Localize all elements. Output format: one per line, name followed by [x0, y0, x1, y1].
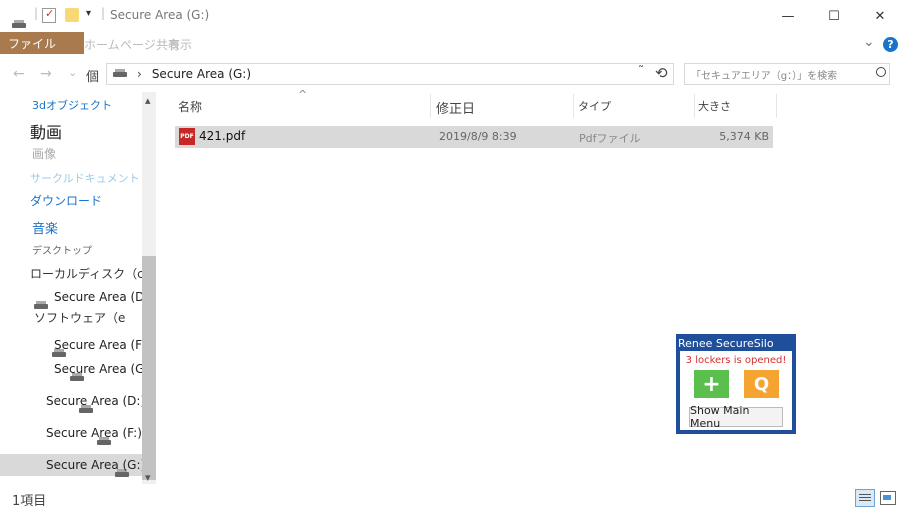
sidebar-item-secure-area-d[interactable]: Secure Area (D: [54, 290, 142, 304]
search-locker-button[interactable]: Q: [744, 370, 779, 398]
sidebar-item-software[interactable]: ソフトウェア（e: [34, 309, 125, 326]
tab-file[interactable]: ファイル: [0, 32, 84, 54]
large-icons-view-icon[interactable]: [880, 491, 896, 505]
sidebar-item-secure-area-g[interactable]: Secure Area (G: [54, 362, 142, 376]
column-divider[interactable]: [694, 94, 695, 118]
column-header-name[interactable]: 名称: [178, 98, 202, 115]
separator: |: [34, 6, 39, 20]
new-folder-icon[interactable]: [65, 8, 79, 22]
item-count: 1項目: [12, 494, 47, 509]
window-title: Secure Area (G:): [110, 8, 210, 22]
column-divider[interactable]: [776, 94, 777, 118]
column-header-type[interactable]: タイプ: [578, 98, 611, 114]
breadcrumb-separator: ›: [137, 67, 142, 81]
sidebar-item-secure-area-f[interactable]: Secure Area (F:: [54, 338, 142, 352]
sidebar-item-pictures[interactable]: 画像: [32, 145, 56, 162]
sidebar-scrollbar-thumb[interactable]: [142, 256, 156, 480]
column-header-size[interactable]: 大きさ: [698, 98, 731, 114]
search-icon[interactable]: [876, 67, 886, 77]
breadcrumb-current[interactable]: Secure Area (G:): [152, 67, 251, 81]
separator: |: [101, 6, 106, 20]
add-locker-button[interactable]: +: [694, 370, 729, 398]
sidebar-item-music[interactable]: 音楽: [32, 218, 58, 237]
up-button[interactable]: 個: [86, 66, 99, 85]
sidebar-item-desktop[interactable]: デスクトップ: [32, 242, 92, 257]
maximize-button[interactable]: ☐: [811, 0, 857, 32]
drive-icon: [113, 68, 127, 77]
help-icon[interactable]: ?: [883, 37, 898, 52]
popup-message: 3 lockers is opened!: [685, 355, 787, 366]
address-bar[interactable]: › Secure Area (G:): [106, 63, 674, 85]
title-bar: | ✓ ▾ | Secure Area (G:) — ☐ ✕: [0, 0, 903, 32]
sidebar-item-3d-objects[interactable]: 3dオブジェクト: [32, 97, 112, 113]
file-name[interactable]: 421.pdf: [199, 129, 245, 143]
sort-ascending-icon: ^: [298, 88, 308, 101]
drive-icon: [79, 405, 94, 413]
customize-toolbar-icon[interactable]: ▾: [86, 8, 91, 19]
refresh-icon[interactable]: ⟲: [655, 64, 668, 82]
expand-ribbon-icon[interactable]: ⌄: [863, 34, 875, 50]
tab-view[interactable]: 表示: [168, 36, 192, 53]
back-button[interactable]: ←: [13, 66, 25, 82]
column-divider[interactable]: [573, 94, 574, 118]
minimize-button[interactable]: —: [765, 0, 811, 32]
sidebar-item-local-disk[interactable]: ローカルディスク（c）: [30, 265, 156, 282]
column-divider[interactable]: [430, 94, 431, 118]
search-input[interactable]: 「セキュアエリア（g：）」を検索: [684, 63, 890, 85]
forward-button[interactable]: →: [40, 66, 52, 82]
sidebar-item-secure-area-f-2[interactable]: Secure Area (F:): [46, 426, 142, 440]
file-type: Pdfファイル: [579, 132, 641, 145]
recent-locations-button[interactable]: ⌄: [68, 66, 77, 79]
drive-icon: [12, 20, 26, 28]
sidebar-item-secure-area-g-2[interactable]: Secure Area (G:): [46, 458, 145, 472]
search-placeholder: 「セキュアエリア（g：）」を検索: [691, 70, 838, 82]
column-header-modified[interactable]: 修正日: [436, 98, 475, 117]
sidebar-item-documents[interactable]: サークルドキュメント: [30, 170, 140, 186]
tab-page[interactable]: ページ: [120, 36, 156, 53]
drive-icon: [69, 373, 84, 381]
popup-title: Renee SecureSilo: [678, 337, 774, 350]
drive-icon: [51, 349, 66, 357]
close-button[interactable]: ✕: [857, 0, 903, 32]
sidebar-item-secure-area-d-2[interactable]: Secure Area (D:): [46, 394, 145, 408]
pdf-file-icon: PDF: [179, 128, 195, 145]
drive-icon: [115, 469, 130, 477]
address-dropdown-icon[interactable]: ˜: [638, 64, 644, 78]
details-view-icon[interactable]: [855, 489, 875, 507]
sidebar-item-downloads[interactable]: ダウンロード: [30, 192, 102, 209]
file-size: 5,374 KB: [719, 130, 769, 143]
sidebar-item-videos[interactable]: 動画: [30, 119, 62, 143]
show-main-menu-button[interactable]: Show Main Menu: [689, 404, 783, 430]
scroll-up-icon[interactable]: ▴: [145, 94, 151, 107]
tab-home[interactable]: ホーム: [84, 36, 120, 53]
properties-icon[interactable]: ✓: [42, 7, 56, 23]
drive-icon: [97, 437, 112, 445]
file-modified: 2019/8/9 8:39: [439, 130, 517, 143]
scroll-down-icon[interactable]: ▾: [145, 471, 151, 484]
